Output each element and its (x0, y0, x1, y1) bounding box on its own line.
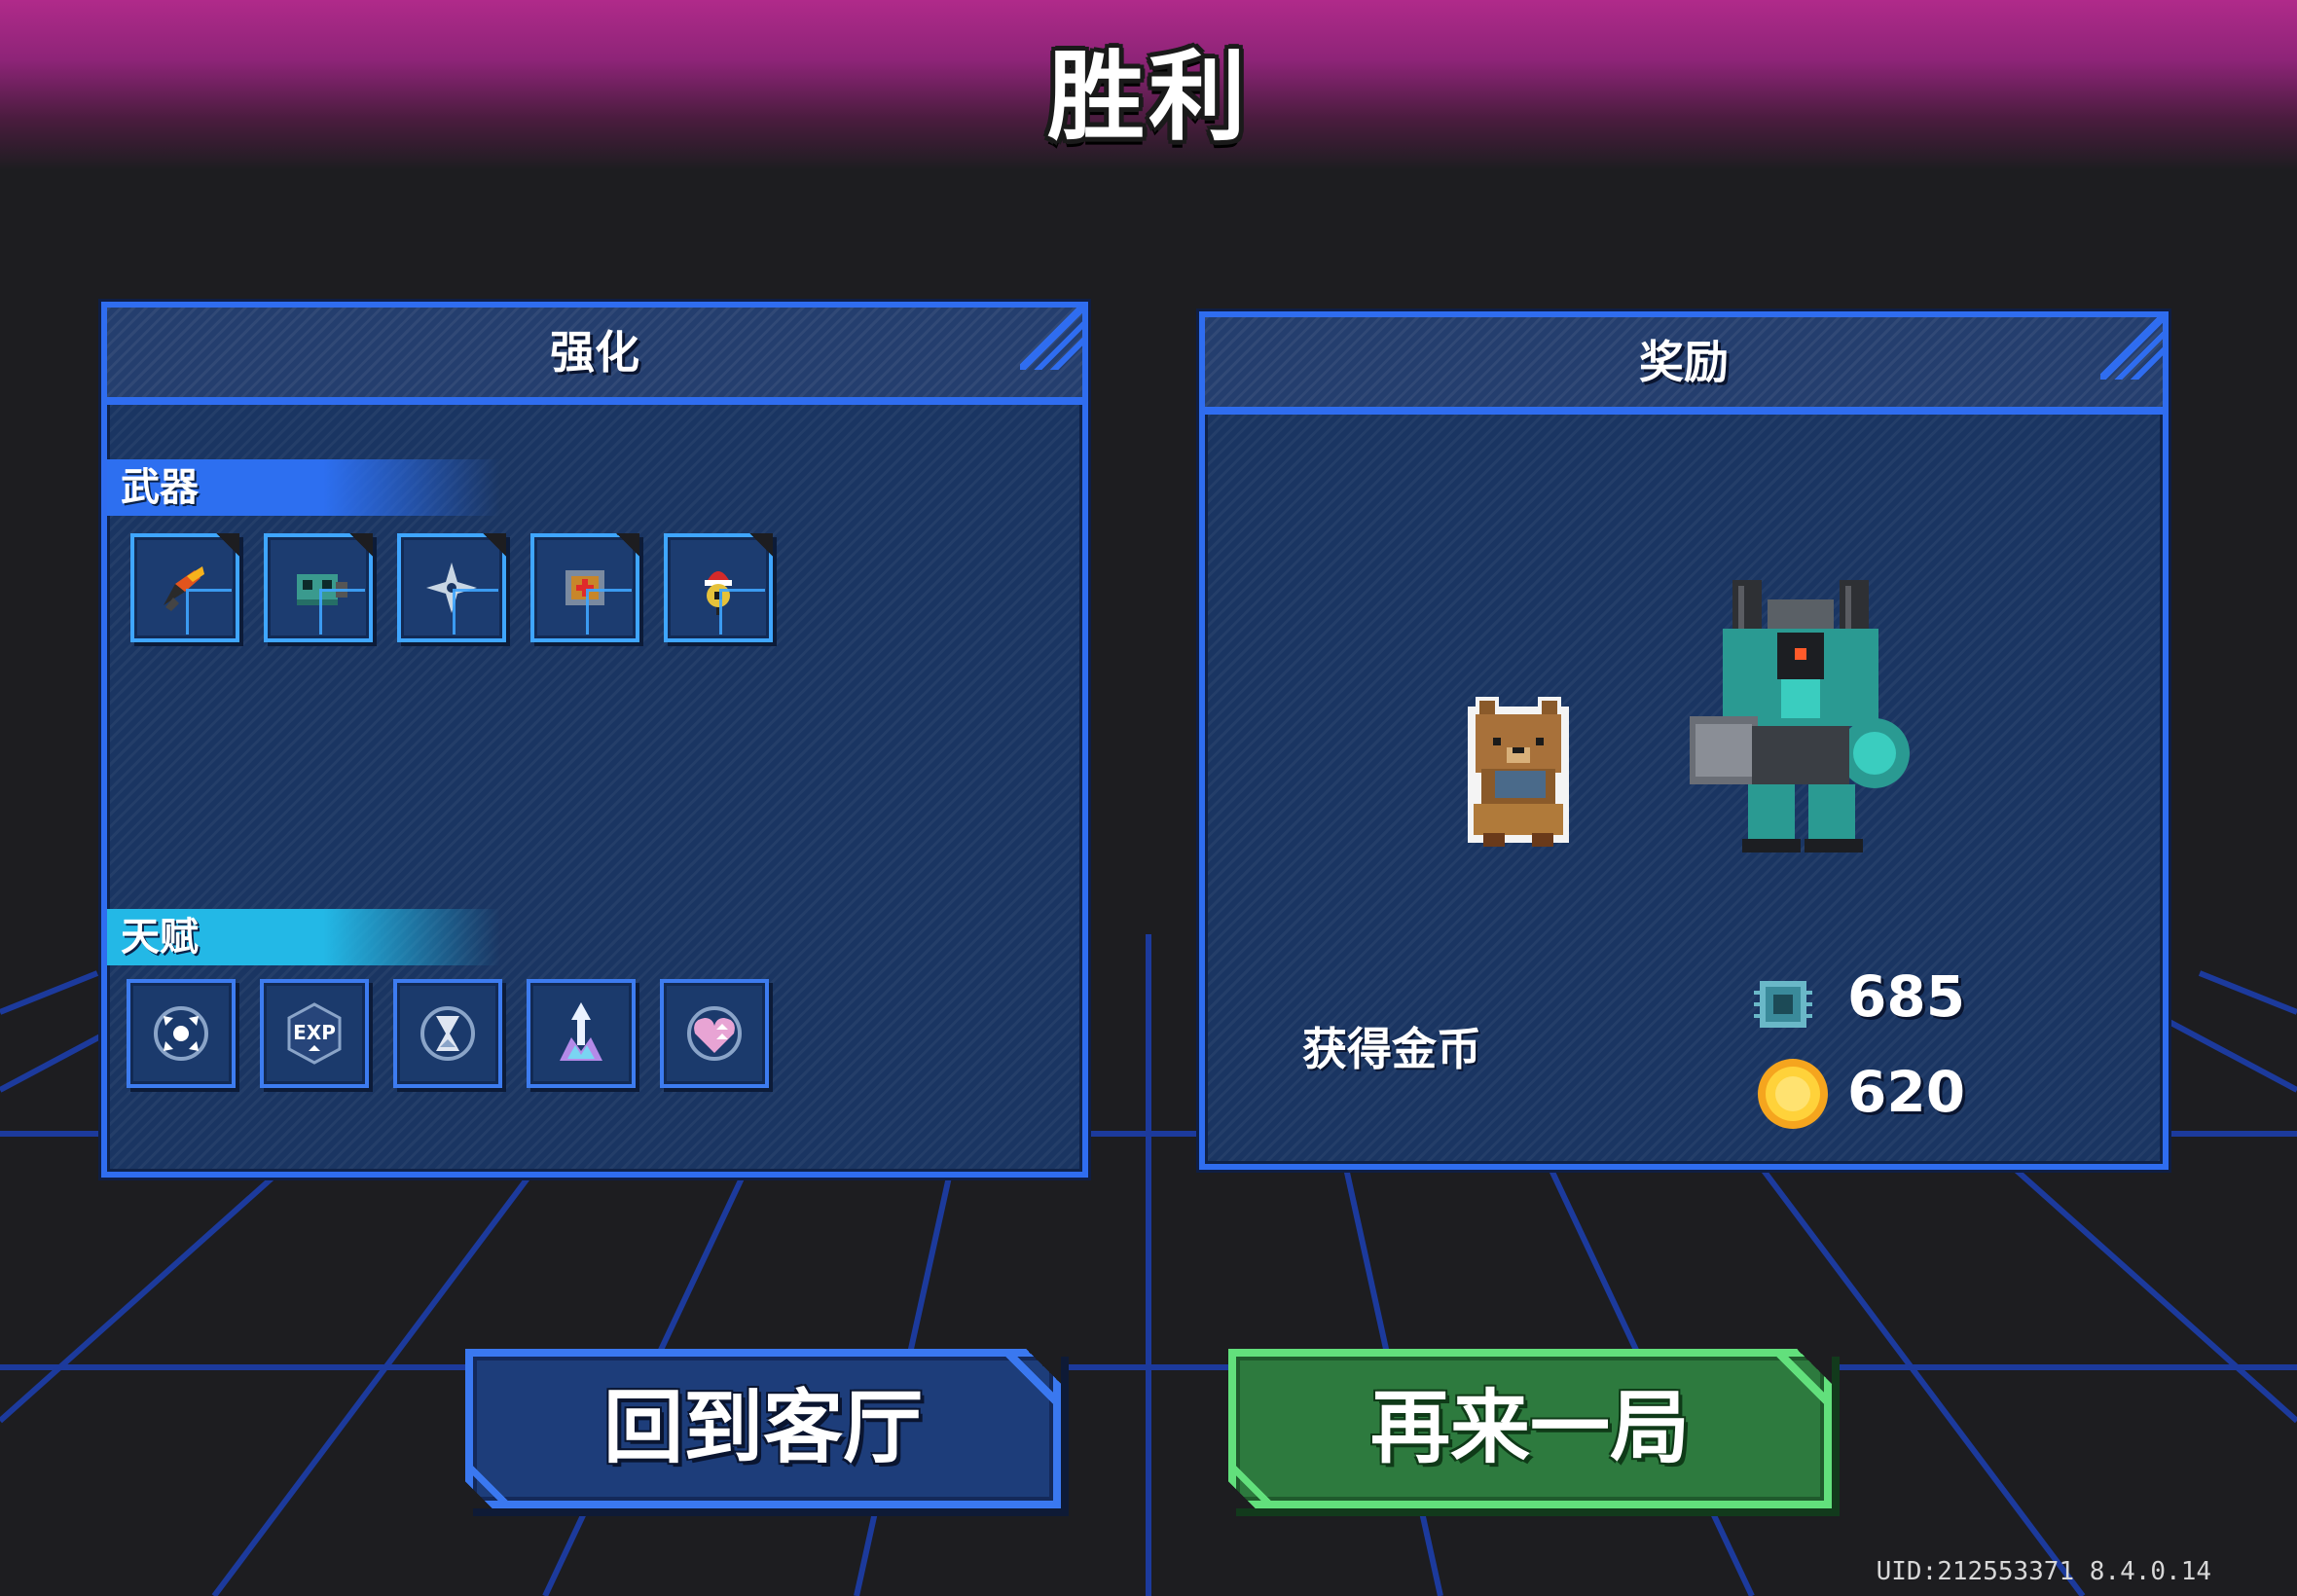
back-to-lobby-button[interactable]: 回到客厅 (465, 1349, 1061, 1508)
talents-section-label: 天赋 (107, 909, 500, 965)
reward-panel: 奖励 获得金币 685 620 (1199, 311, 2169, 1170)
hourglass-icon (420, 1006, 475, 1061)
talent-slot-3[interactable] (393, 979, 502, 1088)
talent-slot-2[interactable]: EXP (260, 979, 369, 1088)
button-corner-decoration (1003, 1349, 1061, 1407)
talent-slot-1[interactable] (127, 979, 236, 1088)
talent-slot-4[interactable] (527, 979, 636, 1088)
button-corner-decoration (1773, 1349, 1832, 1407)
enhance-panel-header: 强化 (107, 302, 1088, 405)
chip-icon (1754, 981, 1812, 1028)
back-to-lobby-label: 回到客厅 (602, 1382, 923, 1474)
shuriken-icon (426, 562, 477, 613)
santa-bomb-icon (705, 571, 732, 615)
spread-arrows-icon (154, 1006, 208, 1061)
crystal-arrow-icon (560, 1002, 602, 1061)
exp-up-icon: EXP (287, 1002, 342, 1065)
exp-text: EXP (293, 1021, 336, 1044)
button-corner-decoration (465, 1460, 514, 1508)
enhance-panel: 强化 武器 天赋 EXP (101, 302, 1088, 1178)
play-again-button[interactable]: 再来一局 (1228, 1349, 1832, 1508)
enhance-panel-title: 强化 (550, 326, 639, 379)
chip-amount: 685 (1847, 963, 1966, 1030)
gold-coin-icon (1758, 1059, 1828, 1129)
robot-cannon-icon (297, 574, 347, 605)
talent-slot-5[interactable] (660, 979, 769, 1088)
uid-version-text: UID:212553371 8.4.0.14 (1876, 1557, 2211, 1586)
weapon-slot-2[interactable] (264, 533, 373, 642)
reward-panel-header: 奖励 (1205, 311, 2169, 415)
weapon-slot-3[interactable] (397, 533, 506, 642)
weapons-section-label: 武器 (107, 459, 500, 516)
reward-panel-title: 奖励 (1639, 336, 1729, 388)
heart-shield-icon (687, 1006, 742, 1061)
coin-amount: 620 (1847, 1059, 1966, 1125)
weapon-slot-1[interactable] (130, 533, 239, 642)
weapon-slot-4[interactable] (530, 533, 639, 642)
weapon-slot-5[interactable] (664, 533, 773, 642)
medkit-box-icon (565, 570, 604, 605)
play-again-label: 再来一局 (1369, 1382, 1690, 1474)
flame-claw-icon (164, 566, 204, 611)
victory-title: 胜利 (1047, 40, 1250, 154)
gold-earned-label: 获得金币 (1302, 1023, 1481, 1075)
mech-robot-sprite (1690, 580, 1910, 852)
bear-character-sprite (1468, 697, 1569, 847)
button-corner-decoration (1228, 1460, 1277, 1508)
